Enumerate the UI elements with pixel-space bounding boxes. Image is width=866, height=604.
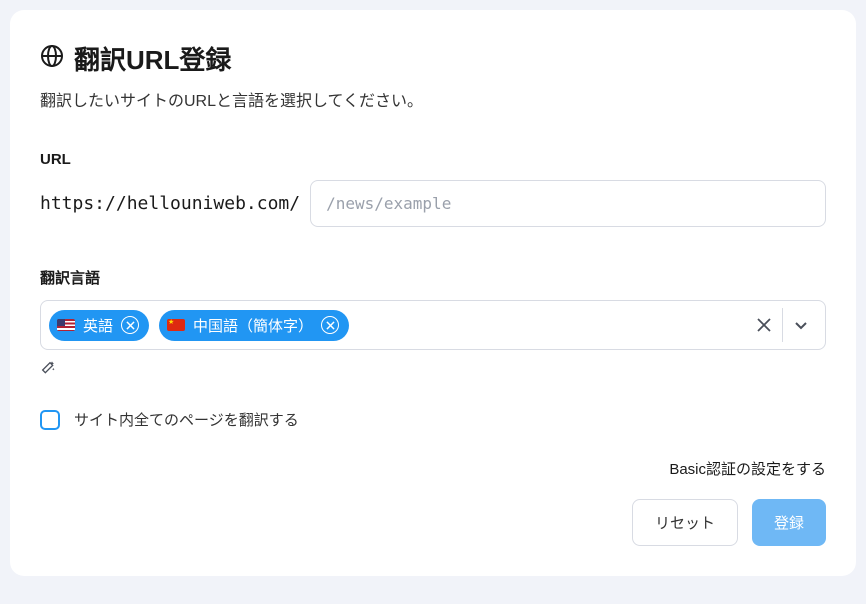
language-label: 翻訳言語 — [40, 267, 826, 288]
chevron-down-icon[interactable] — [783, 307, 819, 343]
url-path-input[interactable] — [310, 180, 826, 227]
url-row: https://hellouniweb.com/ — [40, 180, 826, 227]
page-subtitle: 翻訳したいサイトのURLと言語を選択してください。 — [40, 87, 826, 111]
basic-auth-row: Basic認証の設定をする — [40, 458, 826, 479]
language-chip-chinese: 中国語（簡体字） — [159, 310, 349, 341]
header: 翻訳URL登録 — [40, 40, 826, 77]
translate-all-checkbox[interactable] — [40, 410, 60, 430]
registration-card: 翻訳URL登録 翻訳したいサイトのURLと言語を選択してください。 URL ht… — [10, 10, 856, 576]
reset-button[interactable]: リセット — [632, 499, 738, 546]
submit-button[interactable]: 登録 — [752, 499, 826, 546]
url-label: URL — [40, 151, 826, 168]
select-actions — [746, 307, 819, 343]
magic-wand-icon[interactable] — [40, 360, 826, 381]
flag-cn-icon — [167, 319, 185, 331]
chip-label: 英語 — [83, 315, 113, 336]
globe-icon — [40, 44, 64, 73]
flag-us-icon — [57, 319, 75, 331]
clear-all-icon[interactable] — [746, 307, 782, 343]
translate-all-row: サイト内全てのページを翻訳する — [40, 409, 826, 430]
basic-auth-link[interactable]: Basic認証の設定をする — [669, 461, 826, 478]
page-title: 翻訳URL登録 — [74, 40, 231, 77]
remove-chip-icon[interactable] — [121, 316, 139, 334]
chip-label: 中国語（簡体字） — [193, 315, 313, 336]
remove-chip-icon[interactable] — [321, 316, 339, 334]
translate-all-label: サイト内全てのページを翻訳する — [74, 409, 299, 430]
language-select[interactable]: 英語 中国語（簡体字） — [40, 300, 826, 350]
footer-actions: リセット 登録 — [40, 499, 826, 546]
base-url: https://hellouniweb.com/ — [40, 193, 300, 214]
language-chips: 英語 中国語（簡体字） — [49, 310, 746, 341]
language-chip-english: 英語 — [49, 310, 149, 341]
